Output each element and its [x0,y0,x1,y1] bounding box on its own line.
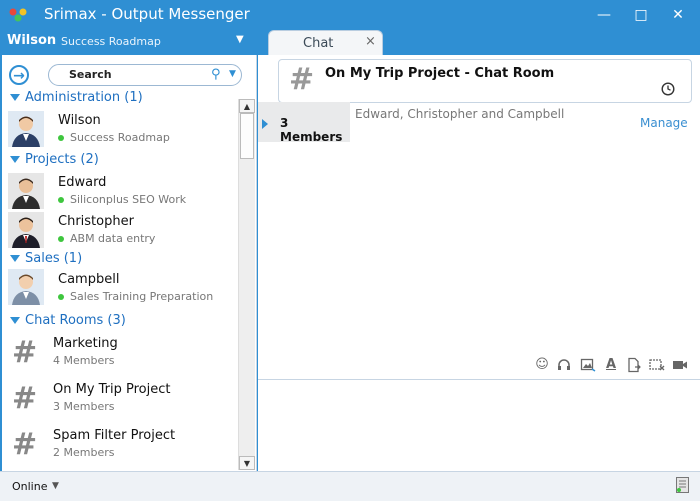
hashtag-icon: # [12,427,38,462]
presence-status[interactable]: Online [12,480,47,493]
contact-name: Wilson [58,113,101,128]
status-bar: Online ▼ [0,471,700,501]
chevron-down-icon[interactable]: ▼ [52,481,59,491]
file-send-icon[interactable] [626,357,642,373]
clock-icon[interactable] [661,82,675,96]
room-name: Spam Filter Project [53,428,176,443]
compose-toolbar: ☺ A [534,357,694,375]
scroll-up-icon[interactable]: ▲ [239,99,255,113]
avatar [8,173,44,209]
list-item[interactable]: Edward Siliconplus SEO Work [7,172,237,212]
user-status-message[interactable]: Success Roadmap [61,35,161,48]
members-names: Edward, Christopher and Campbell [355,107,565,121]
minimize-button[interactable]: — [588,0,620,30]
online-status-icon [58,236,64,242]
hashtag-icon: # [289,62,315,97]
room-members-count: 3 Members [53,400,115,413]
search-input[interactable] [69,68,199,81]
group-header-sales[interactable]: Sales (1) [10,251,82,266]
contact-name: Campbell [58,272,120,287]
search-box[interactable]: ⚲ ▼ [48,64,242,86]
list-item[interactable]: Wilson Success Roadmap [7,110,237,150]
maximize-button[interactable]: □ [625,0,657,30]
triangle-right-icon [262,119,268,129]
font-icon[interactable]: A [603,357,619,373]
chat-panel: # On My Trip Project - Chat Room 3 Membe… [258,55,700,471]
group-header-chat-rooms[interactable]: Chat Rooms (3) [10,313,126,328]
list-item[interactable]: # Spam Filter Project 2 Members [2,423,237,467]
members-count: 3 Members [280,116,343,144]
room-title: On My Trip Project - Chat Room [325,66,555,81]
room-members-count: 4 Members [53,354,115,367]
group-header-label: Chat Rooms (3) [25,313,126,328]
screen-capture-icon[interactable] [649,357,665,373]
app-logo-icon [9,8,27,22]
chevron-down-icon[interactable]: ▼ [236,34,244,45]
online-status-icon [58,135,64,141]
group-header-label: Administration (1) [25,90,143,105]
members-toggle[interactable]: 3 Members [258,102,350,144]
avatar [8,269,44,305]
arrow-right-icon[interactable]: → [9,65,29,85]
room-name: On My Trip Project [53,382,171,397]
triangle-down-icon [10,255,20,262]
message-input[interactable] [258,380,700,471]
contact-status: Sales Training Preparation [58,290,213,303]
emoji-icon[interactable]: ☺ [534,357,550,373]
tab-label: Chat [303,36,334,51]
online-status-icon [58,197,64,203]
room-header: # On My Trip Project - Chat Room [278,59,692,103]
online-status-icon [58,294,64,300]
contact-name: Edward [58,175,107,190]
list-item[interactable]: # Marketing 4 Members [2,331,237,375]
close-button[interactable]: ✕ [662,0,694,30]
list-item[interactable]: Campbell Sales Training Preparation [7,268,237,308]
contact-status: ABM data entry [58,232,155,245]
user-name: Wilson [7,33,57,48]
list-item[interactable]: Christopher ABM data entry [7,211,237,251]
hashtag-icon: # [12,335,38,370]
scroll-down-icon[interactable]: ▼ [239,456,255,470]
tab-close-icon[interactable]: × [365,34,376,49]
group-header-projects[interactable]: Projects (2) [10,152,99,167]
group-header-administration[interactable]: Administration (1) [10,90,143,105]
triangle-down-icon [10,156,20,163]
hashtag-icon: # [12,381,38,416]
group-header-label: Sales (1) [25,251,83,266]
avatar [8,111,44,147]
room-name: Marketing [53,336,118,351]
video-icon[interactable] [672,357,688,373]
room-members-count: 2 Members [53,446,115,459]
title-bar: Srimax - Output Messenger — □ ✕ [0,0,700,30]
chevron-down-icon[interactable]: ▼ [229,69,236,79]
contacts-panel: → ⚲ ▼ Administration (1) Wilson Success … [2,55,257,471]
manage-link[interactable]: Manage [640,116,688,130]
search-icon[interactable]: ⚲ [211,67,221,82]
contact-status: Success Roadmap [58,131,170,144]
scrollbar[interactable]: ▲ ▼ [238,99,255,470]
group-header-label: Projects (2) [25,152,99,167]
contact-status: Siliconplus SEO Work [58,193,186,206]
user-bar[interactable]: Wilson Success Roadmap ▼ [0,30,258,54]
scroll-thumb[interactable] [240,113,254,159]
contact-name: Christopher [58,214,134,229]
notes-icon[interactable] [676,477,689,493]
image-icon[interactable] [580,357,596,373]
tab-chat[interactable]: Chat × [268,30,383,56]
window-title: Srimax - Output Messenger [44,5,250,23]
list-item[interactable]: # On My Trip Project 3 Members [2,377,237,421]
triangle-down-icon [10,94,20,101]
headset-icon[interactable] [556,357,572,373]
avatar [8,212,44,248]
triangle-down-icon [10,317,20,324]
